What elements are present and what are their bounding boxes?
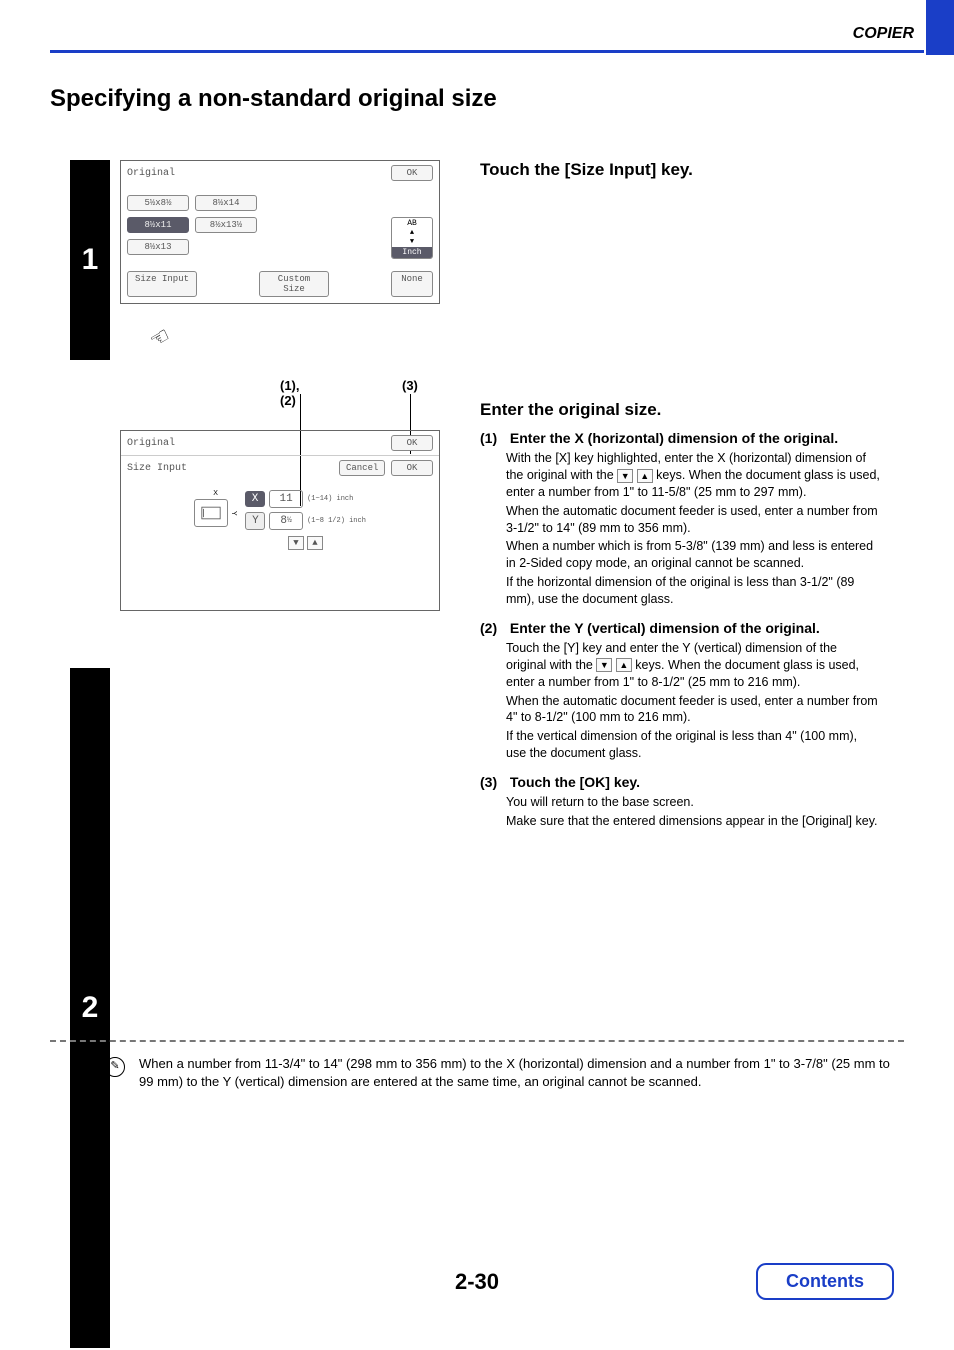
pointer-hand-icon: ☜ xyxy=(145,322,175,354)
size-btn-2[interactable]: 8½x11 xyxy=(127,217,189,233)
step2-instruction: Enter the original size. xyxy=(480,400,880,420)
y-range: (1~8 1/2) inch xyxy=(307,518,366,525)
panel1-ok-button[interactable]: OK xyxy=(391,165,433,181)
panel2-ok-sub-button[interactable]: OK xyxy=(391,460,433,476)
sub1-num: (1) xyxy=(480,430,506,446)
side-tab xyxy=(926,0,954,55)
custom-size-button[interactable]: Custom Size xyxy=(259,271,329,297)
sub1-title: Enter the X (horizontal) dimension of th… xyxy=(510,430,850,446)
callout-right: (3) xyxy=(402,378,418,393)
x-value: 11 xyxy=(269,490,303,508)
note-text: When a number from 11-3/4" to 14" (298 m… xyxy=(139,1055,899,1091)
panel2-title: Original xyxy=(127,438,175,449)
unit-inch: Inch xyxy=(392,247,432,258)
unit-ab: AB xyxy=(392,218,432,229)
header-rule xyxy=(50,50,924,53)
y-value: 8½ xyxy=(269,512,303,530)
x-range: (1~14) inch xyxy=(307,496,353,503)
x-key[interactable]: X xyxy=(245,491,265,507)
size-btn-1[interactable]: 8½x14 xyxy=(195,195,257,211)
dashed-divider xyxy=(50,1040,904,1042)
page-title: Specifying a non-standard original size xyxy=(50,85,497,113)
contents-button[interactable]: Contents xyxy=(756,1263,894,1300)
panel2-ok-top-button[interactable]: OK xyxy=(391,435,433,451)
size-btn-3[interactable]: 8½x13½ xyxy=(195,217,257,233)
none-button[interactable]: None xyxy=(391,271,433,297)
panel1-title: Original xyxy=(127,168,175,179)
sub1-body: With the [X] key highlighted, enter the … xyxy=(506,450,880,608)
size-btn-4[interactable]: 8½x13 xyxy=(127,239,189,255)
size-input-button[interactable]: Size Input xyxy=(127,271,197,297)
step1-instruction: Touch the [Size Input] key. xyxy=(480,160,880,180)
arrow-down-button[interactable]: ▼ xyxy=(288,536,304,550)
step1-panel: Original OK 5½x8½ 8½x14 8½x11 8½x13½ 8½x… xyxy=(120,160,440,304)
arrow-down-icon: ▼ xyxy=(617,469,633,483)
note-pencil-icon: ✎ xyxy=(105,1057,125,1077)
arrow-down-icon-2: ▼ xyxy=(596,658,612,672)
sub3-body: You will return to the base screen. Make… xyxy=(506,794,880,830)
size-btn-0[interactable]: 5½x8½ xyxy=(127,195,189,211)
step2-panel: Original OK Size Input Cancel OK X Y xyxy=(120,430,440,611)
arrow-up-button[interactable]: ▲ xyxy=(307,536,323,550)
y-key[interactable]: Y xyxy=(245,512,265,530)
panel2-subtitle: Size Input xyxy=(127,463,187,474)
header-text: COPIER xyxy=(853,25,914,42)
unit-toggle[interactable]: AB ▲ ▼ Inch xyxy=(391,217,433,259)
callout-left: (1), (2) xyxy=(280,378,300,408)
arrow-up-icon-2: ▲ xyxy=(616,658,632,672)
orientation-icon xyxy=(194,499,228,527)
header-section: COPIER xyxy=(50,25,914,47)
sub3-title: Touch the [OK] key. xyxy=(510,774,850,790)
arrow-up-icon: ▲ xyxy=(637,469,653,483)
step-1-number: 1 xyxy=(70,160,110,360)
sub3-num: (3) xyxy=(480,774,506,790)
sub2-num: (2) xyxy=(480,620,506,636)
sub2-body: Touch the [Y] key and enter the Y (verti… xyxy=(506,640,880,762)
step-2-number: 2 xyxy=(70,668,110,1348)
panel2-cancel-button[interactable]: Cancel xyxy=(339,460,385,476)
sub2-title: Enter the Y (vertical) dimension of the … xyxy=(510,620,850,636)
